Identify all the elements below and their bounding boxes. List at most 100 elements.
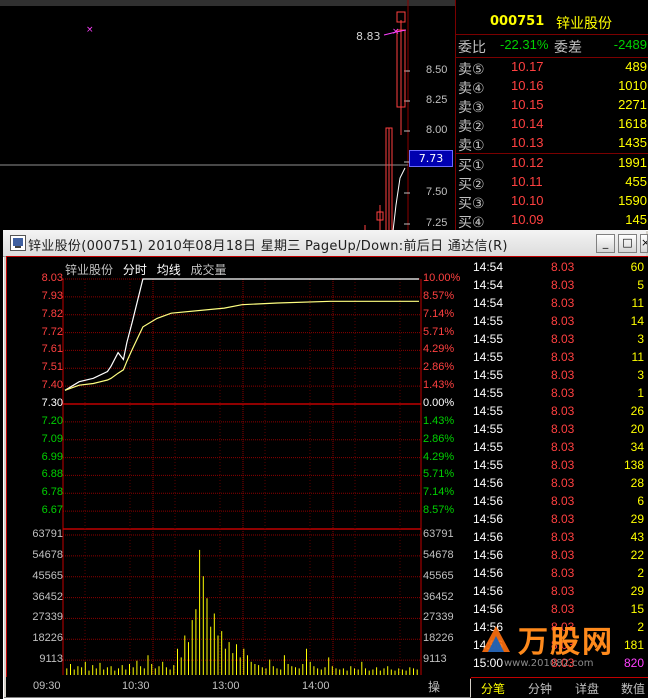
percent-label-right: 8.57% (423, 504, 455, 517)
ask-label: 卖② (458, 119, 485, 135)
watermark-text: 万股网 (518, 625, 614, 660)
percent-label-right: 2.86% (423, 432, 455, 445)
trade-row[interactable]: 14:54 8.03 5 (471, 278, 648, 296)
time-label: 09:30 (33, 680, 61, 692)
background-high-label: 8.83 (356, 30, 381, 43)
trade-price: 8.03 (551, 260, 575, 274)
trade-volume: 29 (630, 584, 644, 598)
trade-volume: 1 (637, 386, 644, 400)
trade-volume: 11 (631, 350, 644, 364)
trade-price: 8.03 (551, 386, 575, 400)
ask-label: 卖③ (458, 100, 485, 116)
bid-price: 10.11 (511, 174, 543, 189)
bid-volume: 1991 (618, 155, 647, 170)
trade-volume: 11 (631, 296, 644, 310)
trade-row[interactable]: 14:55 8.03 26 (471, 404, 648, 422)
trade-row[interactable]: 14:55 8.03 3 (471, 332, 648, 350)
trade-price: 8.03 (551, 512, 575, 526)
trade-time: 14:56 (473, 566, 504, 580)
price-label-left: 7.09 (41, 432, 63, 445)
trade-row[interactable]: 14:54 8.03 60 (471, 260, 648, 278)
minimize-button[interactable]: _ (596, 234, 615, 253)
ask-row: 卖① 10.13 1435 (456, 135, 648, 154)
window-title: 锌业股份(000751) 2010年08月18日 星期三 PageUp/Down… (28, 239, 508, 254)
trade-time: 14:56 (473, 476, 504, 490)
price-label-left: 6.88 (41, 468, 63, 481)
trade-time: 14:55 (473, 404, 504, 418)
volume-label-left: 9113 (39, 653, 63, 666)
volume-label-left: 54678 (32, 548, 63, 561)
volume-label-left: 27339 (32, 611, 63, 624)
window-titlebar[interactable]: 锌业股份(000751) 2010年08月18日 星期三 PageUp/Down… (3, 230, 648, 257)
ratio-label: 委比 (458, 40, 486, 56)
divider (456, 34, 648, 35)
trade-volume: 6 (637, 494, 644, 508)
ask-price: 10.15 (511, 97, 544, 112)
trade-row[interactable]: 14:55 8.03 20 (471, 422, 648, 440)
price-label-left: 7.30 (41, 397, 63, 409)
legend-mode: 分时 (122, 263, 147, 277)
bid-label: 买④ (458, 215, 485, 231)
trade-price: 8.03 (551, 584, 575, 598)
ask-volume: 1618 (618, 116, 647, 131)
background-kline-chart[interactable]: ×× 8.83 8.508.258.007.757.507.25 7.73 (0, 0, 455, 240)
ask-price: 10.14 (511, 116, 544, 131)
marker-x: × (392, 27, 400, 37)
tab-3[interactable]: 详盘 (575, 680, 599, 697)
tab-2[interactable]: 分钟 (528, 680, 552, 697)
ask-volume: 2271 (618, 97, 647, 112)
ask-row: 卖② 10.14 1618 (456, 116, 648, 135)
trade-row[interactable]: 14:56 8.03 29 (471, 512, 648, 530)
trade-row[interactable]: 14:55 8.03 1 (471, 386, 648, 404)
divider (456, 57, 648, 58)
bid-label: 买③ (458, 196, 485, 212)
trade-price: 8.03 (551, 440, 575, 454)
trade-time: 14:56 (473, 494, 504, 508)
trade-row[interactable]: 14:56 8.03 6 (471, 494, 648, 512)
time-axis: 09:30 10:30 13:00 14:00 (6, 677, 470, 697)
trade-time: 14:55 (473, 458, 504, 472)
time-label: 14:00 (302, 680, 330, 692)
tab-1[interactable]: 分笔 (481, 680, 505, 697)
price-tick-label: 7.25 (426, 217, 448, 229)
volume-label-right: 36452 (423, 590, 454, 603)
percent-label-right: 7.14% (423, 486, 455, 499)
trade-price: 8.03 (551, 458, 575, 472)
trade-row[interactable]: 14:55 8.03 34 (471, 440, 648, 458)
trade-time: 14:56 (473, 530, 504, 544)
price-label-left: 7.72 (41, 325, 63, 338)
bid-volume: 145 (625, 212, 647, 227)
trade-volume: 20 (630, 422, 644, 436)
bid-row: 买② 10.11 455 (456, 174, 648, 193)
ask-price: 10.13 (511, 135, 544, 150)
trade-row[interactable]: 14:56 8.03 2 (471, 566, 648, 584)
legend-avg-line: 均线 (156, 263, 181, 277)
intraday-chart[interactable]: 锌业股份 分时 均线 成交量 8.03 7.93 7.82 7.72 7.61 7.51 7… (6, 256, 472, 679)
trade-volume: 14 (630, 314, 644, 328)
close-button[interactable]: × (640, 234, 648, 253)
maximize-button[interactable]: □ (618, 234, 637, 253)
time-label: 13:00 (212, 680, 240, 692)
trade-time: 14:56 (473, 512, 504, 526)
bottom-tab-operate[interactable]: 操 (428, 678, 440, 695)
trade-row[interactable]: 14:56 8.03 22 (471, 548, 648, 566)
trade-row[interactable]: 14:55 8.03 11 (471, 350, 648, 368)
tab-4[interactable]: 数值 (621, 680, 645, 697)
trade-row[interactable]: 14:56 8.03 43 (471, 530, 648, 548)
ask-row: 卖③ 10.15 2271 (456, 97, 648, 116)
trade-volume: 138 (623, 458, 644, 472)
trade-row[interactable]: 14:56 8.03 29 (471, 584, 648, 602)
volume-label-right: 45565 (423, 569, 454, 582)
price-label-left: 6.99 (41, 450, 63, 463)
chart-legend: 锌业股份 分时 均线 成交量 (65, 261, 233, 278)
bid-label: 买① (458, 158, 485, 174)
trade-row[interactable]: 14:55 8.03 3 (471, 368, 648, 386)
trade-row[interactable]: 14:56 8.03 28 (471, 476, 648, 494)
trade-price: 8.03 (551, 548, 575, 562)
trade-row[interactable]: 14:55 8.03 14 (471, 314, 648, 332)
trade-row[interactable]: 14:54 8.03 11 (471, 296, 648, 314)
trade-price: 8.03 (551, 494, 575, 508)
trade-row[interactable]: 14:55 8.03 138 (471, 458, 648, 476)
ask-label: 卖④ (458, 81, 485, 97)
divider (456, 153, 648, 154)
